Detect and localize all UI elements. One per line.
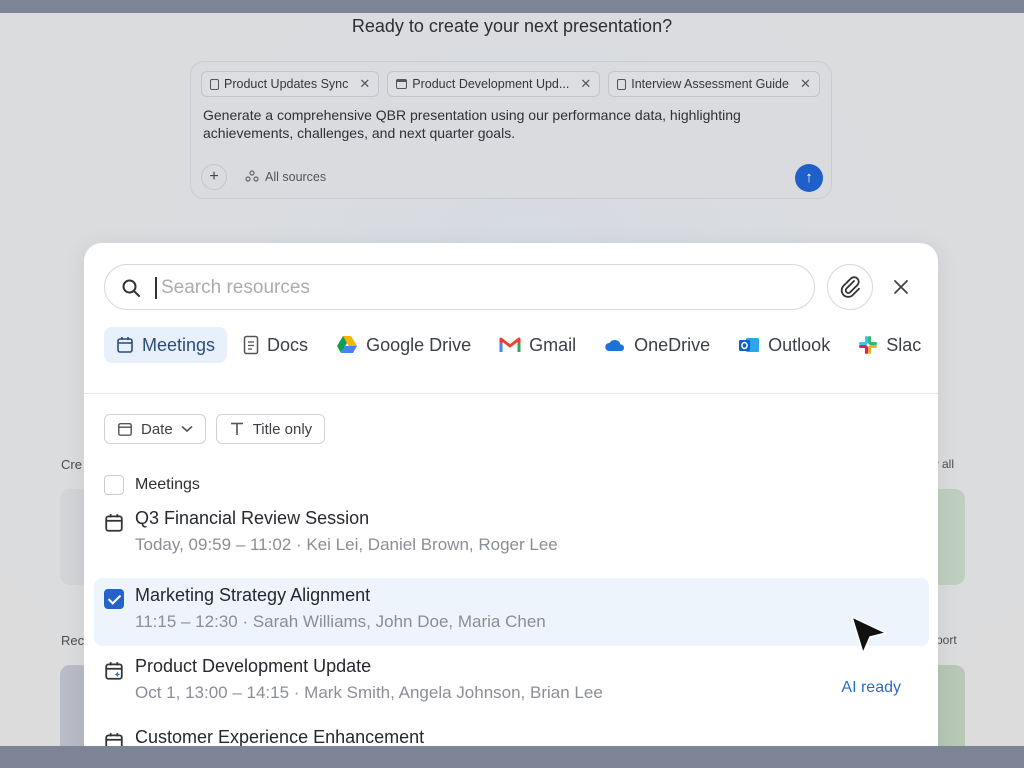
item-meta: Oct 1, 13:00 – 14:15 · Mark Smith, Angel… (135, 683, 603, 702)
date-filter-label: Date (141, 420, 173, 438)
doc-icon (243, 335, 259, 355)
calendar-icon (105, 733, 123, 746)
bg-link[interactable]: port (936, 633, 957, 647)
calendar-icon (105, 514, 123, 532)
select-all-checkbox[interactable] (104, 475, 124, 495)
send-button[interactable]: ↑ (795, 164, 823, 192)
tab-slack[interactable]: Slac (846, 327, 933, 363)
meetings-group-header[interactable]: Meetings (104, 475, 200, 495)
chip-label: Product Development Upd... (412, 77, 570, 91)
app-frame: Ready to create your next presentation? … (0, 13, 1024, 746)
close-icon[interactable]: ✕ (580, 76, 591, 92)
search-icon (122, 279, 140, 297)
item-title: Customer Experience Enhancement (135, 727, 425, 746)
mouse-pointer-icon (851, 616, 887, 654)
prompt-composer: Product Updates Sync ✕ Product Developme… (190, 61, 832, 199)
attachment-chips: Product Updates Sync ✕ Product Developme… (201, 71, 820, 97)
search-box[interactable] (104, 264, 815, 310)
close-icon (894, 280, 908, 294)
tab-label: Slac (886, 334, 922, 355)
list-item[interactable]: Product Development Update Oct 1, 13:00 … (94, 649, 929, 717)
onedrive-icon (605, 340, 625, 351)
tab-onedrive[interactable]: OneDrive (592, 327, 722, 363)
outlook-icon (739, 338, 760, 352)
attach-button[interactable] (827, 264, 873, 310)
tab-google-drive[interactable]: Google Drive (324, 327, 483, 363)
all-sources-button[interactable]: All sources (245, 170, 326, 184)
date-filter-dropdown[interactable]: Date (104, 414, 206, 444)
attachment-chip[interactable]: Product Updates Sync ✕ (201, 71, 380, 97)
source-tabs: Meetings Docs Google Drive Gmail OneDriv… (104, 327, 937, 363)
text-caret (155, 277, 157, 299)
item-title: Q3 Financial Review Session (135, 508, 370, 528)
chip-label: Product Updates Sync (224, 77, 349, 91)
calendar-icon (396, 79, 408, 89)
text-icon (230, 422, 243, 435)
tab-docs[interactable]: Docs (231, 327, 320, 363)
doc-icon (210, 78, 219, 90)
search-input[interactable] (159, 273, 763, 303)
google-drive-icon (337, 336, 358, 353)
tab-label: Outlook (768, 334, 831, 355)
close-icon[interactable]: ✕ (800, 76, 811, 92)
calendar-ai-icon (105, 662, 123, 680)
item-meta: Today, 09:59 – 11:02 · Kei Lei, Daniel B… (135, 535, 558, 554)
tab-label: Meetings (142, 334, 216, 355)
filter-bar: Date Title only (104, 414, 326, 444)
item-title: Product Development Update (135, 656, 372, 676)
paperclip-icon (840, 276, 860, 298)
list-item[interactable]: Customer Experience Enhancement (94, 720, 929, 746)
title-only-toggle[interactable]: Title only (215, 414, 326, 444)
attachment-chip[interactable]: Product Development Upd... ✕ (387, 71, 601, 97)
divider (84, 393, 938, 394)
add-button[interactable]: + (201, 164, 227, 190)
attachment-chip[interactable]: Interview Assessment Guide ✕ (608, 71, 820, 97)
calendar-icon (118, 422, 132, 436)
doc-icon (617, 78, 627, 90)
title-only-label: Title only (252, 420, 313, 438)
chip-label: Interview Assessment Guide (631, 77, 789, 91)
ai-ready-badge: AI ready (841, 679, 901, 696)
slack-icon (859, 336, 878, 354)
tab-gmail[interactable]: Gmail (487, 327, 588, 363)
tab-label: OneDrive (634, 334, 711, 355)
group-label: Meetings (135, 476, 200, 493)
page-heading: Ready to create your next presentation? (351, 16, 673, 36)
list-item[interactable]: Marketing Strategy Alignment 11:15 – 12:… (94, 578, 929, 646)
tab-label: Google Drive (366, 334, 472, 355)
bg-section-label: Rec (61, 633, 85, 648)
tab-outlook[interactable]: Outlook (726, 327, 842, 363)
close-icon[interactable]: ✕ (359, 76, 370, 92)
prompt-text[interactable]: Generate a comprehensive QBR presentatio… (203, 106, 803, 142)
gmail-icon (499, 337, 521, 352)
chevron-down-icon (181, 425, 193, 433)
item-meta: 11:15 – 12:30 · Sarah Williams, John Doe… (135, 612, 546, 631)
tab-meetings[interactable]: Meetings (104, 327, 228, 363)
calendar-icon (117, 337, 133, 353)
list-item[interactable]: Q3 Financial Review Session Today, 09:59… (94, 501, 929, 569)
item-checkbox[interactable] (104, 589, 124, 609)
close-button[interactable] (890, 276, 912, 298)
sources-icon (245, 170, 259, 182)
bg-section-label: Cre (61, 457, 82, 472)
tab-label: Gmail (529, 334, 577, 355)
item-title: Marketing Strategy Alignment (135, 585, 371, 605)
resource-picker-modal: Meetings Docs Google Drive (84, 243, 938, 746)
sources-label: All sources (265, 170, 327, 184)
tab-label: Docs (267, 334, 309, 355)
